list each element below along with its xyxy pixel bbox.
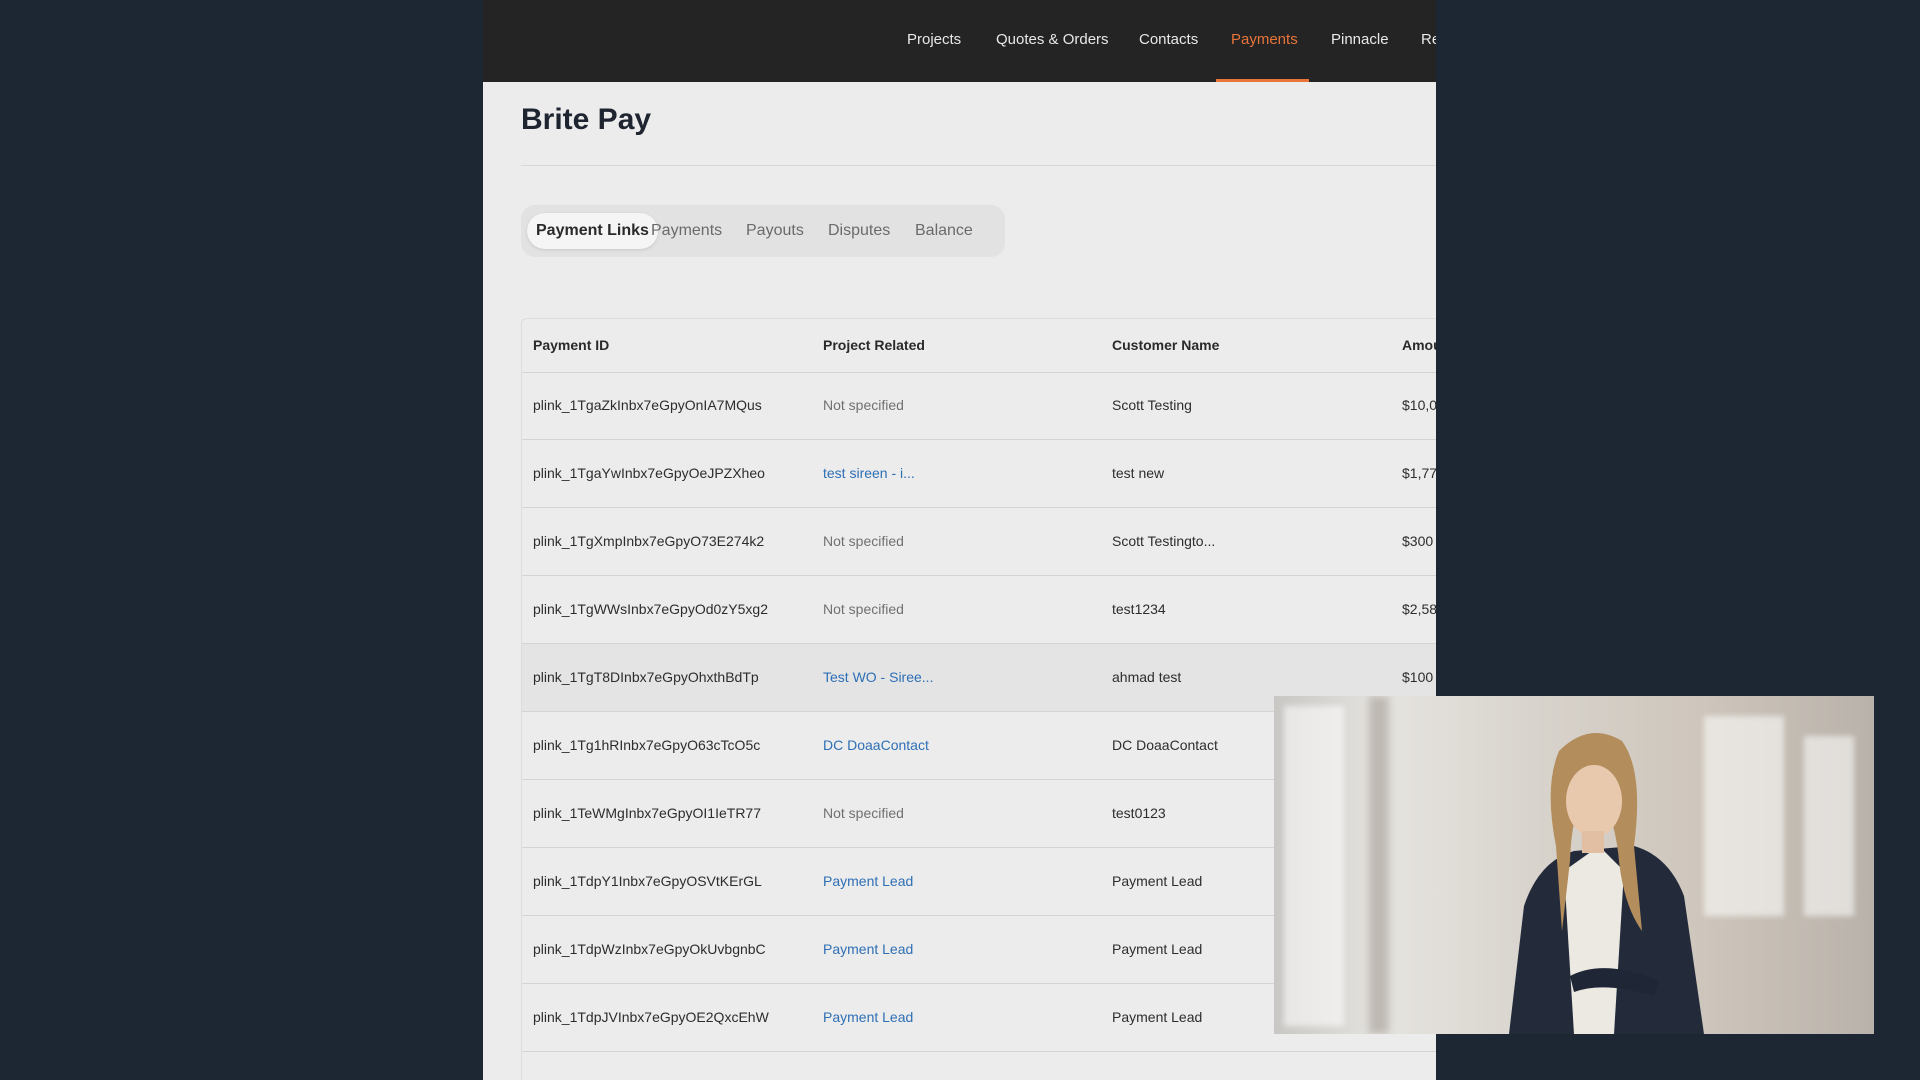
tab-payouts[interactable]: Payouts [746, 213, 804, 249]
cell-payment-id: plink_1TgaYwInbx7eGpyOeJPZXheo [533, 465, 765, 481]
table-row[interactable]: plink_1TgaZkInbx7eGpyOnIA7MQus Not specif… [522, 372, 1436, 440]
nav-item-projects[interactable]: Projects [907, 0, 961, 82]
active-nav-indicator [1216, 79, 1309, 82]
nav-item-reports[interactable]: Re [1421, 0, 1436, 82]
cell-payment-id: plink_1Tg1hRInbx7eGpyO63cTcO5c [533, 737, 761, 753]
cell-project-related: Not specified [823, 601, 904, 617]
tab-payment-links[interactable]: Payment Links [527, 213, 658, 249]
cell-payment-id: plink_1TgXmpInbx7eGpyO73E274k2 [533, 533, 765, 549]
cell-customer-name: Payment Lead [1112, 1009, 1203, 1025]
top-navigation-bar: Projects Quotes & Orders Contacts Paymen… [483, 0, 1436, 82]
cell-amount: $2,58 [1402, 601, 1436, 617]
tab-bar: Payment Links Payments Payouts Disputes … [521, 205, 1005, 257]
cell-amount: $300 [1402, 533, 1434, 549]
cell-project-related: Not specified [823, 533, 904, 549]
cell-project-related[interactable]: test sireen - i... [823, 440, 915, 507]
cell-payment-id: plink_1TdpWzInbx7eGpyOkUvbgnbC [533, 941, 766, 957]
column-header-customer-name[interactable]: Customer Name [1112, 319, 1219, 372]
cell-payment-id: plink_1TgaZkInbx7eGpyOnIA7MQus [533, 397, 762, 413]
tab-balance[interactable]: Balance [915, 213, 973, 249]
cell-project-related: Not specified [823, 397, 904, 413]
cell-customer-name: ahmad test [1112, 669, 1182, 685]
table-row[interactable]: plink_1TgWWsInbx7eGpyOd0zY5xg2 Not specif… [522, 576, 1436, 644]
column-header-amount[interactable]: Amou [1402, 319, 1436, 372]
cell-project-related: Not specified [823, 805, 904, 821]
nav-item-quotes-orders[interactable]: Quotes & Orders [996, 0, 1109, 82]
cell-customer-name: DC DoaaContact [1112, 737, 1218, 753]
cell-customer-name: Payment Lead [1112, 873, 1203, 889]
cell-customer-name: Scott Testing [1112, 397, 1192, 413]
cell-customer-name: Scott Testingto... [1112, 533, 1216, 549]
cell-payment-id: plink_1TgWWsInbx7eGpyOd0zY5xg2 [533, 601, 768, 617]
title-divider [521, 165, 1436, 166]
cell-project-related[interactable]: Payment Lead [823, 848, 913, 915]
cell-payment-id: plink_1TgT8DInbx7eGpyOhxthBdTp [533, 669, 759, 685]
cell-project-related[interactable]: DC DoaaContact [823, 712, 929, 779]
presenter-image [1509, 733, 1704, 1034]
cell-payment-id: plink_1TeWMgInbx7eGpyOI1IeTR77 [533, 805, 761, 821]
table-header: Payment ID Project Related Customer Name… [522, 319, 1436, 373]
tab-payments[interactable]: Payments [651, 213, 722, 249]
cell-customer-name: test1234 [1112, 601, 1166, 617]
cell-customer-name: test0123 [1112, 805, 1166, 821]
cell-payment-id: plink_1TdpJVInbx7eGpyOE2QxcEhW [533, 1009, 769, 1025]
cell-amount: $10,0 [1402, 397, 1436, 413]
table-row[interactable]: plink_1TgXmpInbx7eGpyO73E274k2 Not specif… [522, 508, 1436, 576]
cell-customer-name: Payment Lead [1112, 941, 1203, 957]
cell-project-related[interactable]: Test WO - Siree... [823, 644, 933, 711]
cell-amount: $1,77 [1402, 465, 1436, 481]
nav-item-payments[interactable]: Payments [1231, 0, 1298, 82]
nav-item-contacts[interactable]: Contacts [1139, 0, 1198, 82]
cell-customer-name: test new [1112, 465, 1165, 481]
nav-item-pinnacle[interactable]: Pinnacle [1331, 0, 1389, 82]
cell-project-related[interactable]: Payment Lead [823, 916, 913, 983]
column-header-payment-id[interactable]: Payment ID [533, 319, 609, 372]
table-row[interactable]: plink_1TgaYwInbx7eGpyOeJPZXheo test siree… [522, 440, 1436, 508]
column-header-project-related[interactable]: Project Related [823, 319, 925, 372]
page-title: Brite Pay [521, 103, 652, 136]
presenter-video-overlay[interactable] [1274, 696, 1874, 1034]
tab-disputes[interactable]: Disputes [828, 213, 890, 249]
cell-payment-id: plink_1TdpY1Inbx7eGpyOSVtKErGL [533, 873, 762, 889]
cell-project-related[interactable]: Payment Lead [823, 984, 913, 1051]
